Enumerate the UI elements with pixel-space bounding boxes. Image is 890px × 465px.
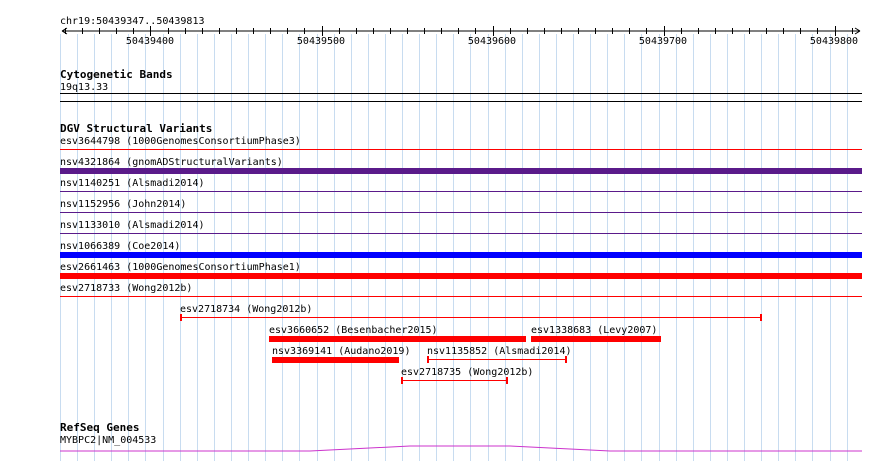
feature-label: esv2718734 (Wong2012b) [180,304,312,315]
ruler-tick-label: 50439400 [126,36,174,47]
feature-label: nsv1140251 (Alsmadi2014) [60,178,205,189]
dgv-feature[interactable]: nsv3369141 (Audano2019) [272,346,410,363]
feature-label: esv3644798 (1000GenomesConsortiumPhase3) [60,136,301,147]
feature-label: esv1338683 (Levy2007) [531,325,657,336]
genome-browser-view: chr19:50439347..50439813 50439400 504395… [0,0,890,461]
gene-label: MYBPC2|NM_004533 [60,435,156,446]
cytoband-label: 19q13.33 [60,82,108,93]
ruler-tick-label: 50439500 [297,36,345,47]
feature-end-cap [760,314,762,321]
track-title-refseq: RefSeq Genes [60,421,139,434]
feature-label: esv3660652 (Besenbacher2015) [269,325,438,336]
dgv-feature[interactable]: esv2718735 (Wong2012b) [401,367,533,384]
feature-label: nsv1152956 (John2014) [60,199,186,210]
feature-end-cap [427,356,429,363]
ruler-location-label: chr19:50439347..50439813 [60,16,205,27]
feature-bar [269,336,526,342]
feature-label: esv2718735 (Wong2012b) [401,367,533,378]
feature-label: nsv1133010 (Alsmadi2014) [60,220,205,231]
feature-end-cap [565,356,567,363]
ruler-tick-label: 50439700 [639,36,687,47]
feature-label: nsv3369141 (Audano2019) [272,346,410,357]
feature-bar [531,336,661,342]
track-panel: chr19:50439347..50439813 50439400 504395… [60,16,862,461]
ruler-tick-label: 50439800 [810,36,858,47]
feature-label: esv2661463 (1000GenomesConsortiumPhase1) [60,262,301,273]
track-title-dgv: DGV Structural Variants [60,122,212,135]
feature-bar [60,273,862,279]
dgv-feature[interactable]: nsv1066389 (Coe2014) [60,241,862,258]
feature-bar [60,168,862,174]
dgv-feature[interactable]: esv2661463 (1000GenomesConsortiumPhase1) [60,262,862,279]
dgv-feature[interactable]: esv3660652 (Besenbacher2015) [269,325,526,342]
feature-end-cap [506,377,508,384]
ruler-tick-label: 50439600 [468,36,516,47]
feature-label: esv2718733 (Wong2012b) [60,283,192,294]
track-title-cytoband: Cytogenetic Bands [60,68,173,81]
dgv-feature[interactable]: esv1338683 (Levy2007) [531,325,661,342]
feature-label: nsv4321864 (gnomADStructuralVariants) [60,157,283,168]
dgv-feature[interactable]: nsv1135852 (Alsmadi2014) [427,346,572,363]
feature-bar [60,252,862,258]
feature-label: nsv1135852 (Alsmadi2014) [427,346,572,357]
feature-end-cap [401,377,403,384]
feature-label: nsv1066389 (Coe2014) [60,241,180,252]
dgv-feature[interactable]: nsv4321864 (gnomADStructuralVariants) [60,157,862,174]
feature-end-cap [180,314,182,321]
feature-bar [272,357,399,363]
